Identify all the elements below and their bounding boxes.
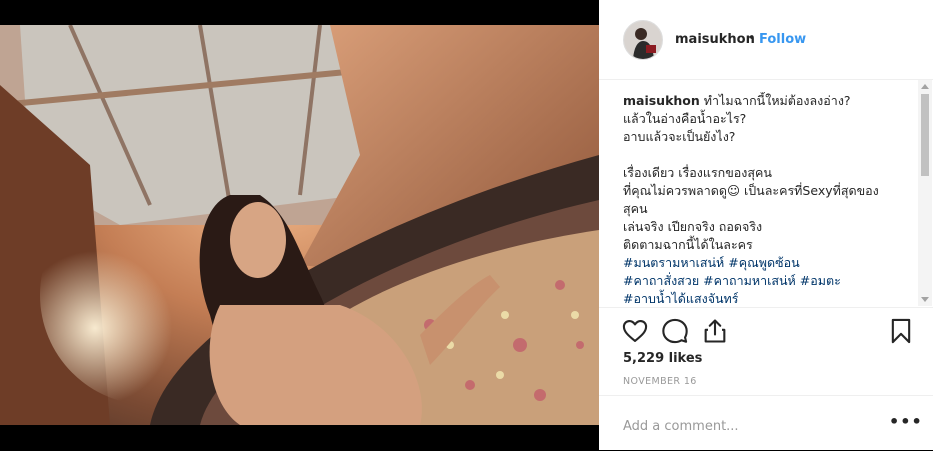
follow-button[interactable]: Follow xyxy=(759,32,806,47)
hashtag-line-2: #อาบน้ำได้แสงจันทร์ xyxy=(623,290,913,304)
post-date[interactable]: NOVEMBER 16 xyxy=(623,376,697,387)
separator-dot: • xyxy=(748,31,756,46)
hashtag-link[interactable]: #อาบน้ำได้แสงจันทร์ xyxy=(623,291,739,304)
caption-line-2: อาบแล้วจะเป็นยังไง? xyxy=(623,129,736,144)
caption-line-8: ติดตามฉากนี้ได้ในละคร xyxy=(623,237,753,252)
hashtag-link[interactable]: #อมตะ xyxy=(800,273,841,288)
hashtag-line-0: #มนตรามหาเสน่ห์ #คุณพูดซ้อน xyxy=(623,254,913,272)
comment-input[interactable] xyxy=(623,416,873,436)
bookmark-icon[interactable] xyxy=(887,317,915,345)
comment-box: ••• xyxy=(599,395,933,451)
caption-text: ทำไมฉากนี้ใหม่ต้องลงอ่าง? xyxy=(703,93,851,108)
heart-icon[interactable] xyxy=(621,317,649,345)
username-link[interactable]: maisukhon xyxy=(675,32,755,47)
caption-line-1: แล้วในอ่างคือน้ำอะไร? xyxy=(623,111,747,126)
post-media xyxy=(0,0,599,450)
hashtag-link[interactable]: #มนตรามหาเสน่ห์ xyxy=(623,255,724,270)
comment-icon[interactable] xyxy=(661,317,689,345)
avatar[interactable] xyxy=(623,20,663,60)
caption-line-6: สุคน xyxy=(623,201,648,216)
hashtag-link[interactable]: #คาถาสั่งสวย xyxy=(623,273,699,288)
post-side-panel: maisukhon • Follow maisukhon ทำไมฉากนี้ใ… xyxy=(599,0,933,450)
more-options-icon[interactable]: ••• xyxy=(889,412,923,431)
avatar-image xyxy=(624,21,662,59)
likes-count[interactable]: 5,229 likes xyxy=(623,351,702,366)
post-caption: maisukhon ทำไมฉากนี้ใหม่ต้องลงอ่าง? แล้ว… xyxy=(623,92,913,304)
caption-line-7: เล่นจริง เปียกจริง ถอดจริง xyxy=(623,219,763,234)
hashtag-line-1: #คาถาสั่งสวย #คาถามหาเสน่ห์ #อมตะ xyxy=(623,272,913,290)
caption-username-link[interactable]: maisukhon xyxy=(623,93,700,108)
post-photo[interactable] xyxy=(0,25,599,425)
scroll-up-arrow-icon[interactable] xyxy=(921,84,929,89)
bathtub-photo-image xyxy=(0,25,599,425)
caption-scrollbar[interactable] xyxy=(918,80,932,306)
caption-line-5: ที่คุณไม่ควรพลาดดู☺ เป็นละครที่Sexyที่สุ… xyxy=(623,183,879,198)
scroll-down-arrow-icon[interactable] xyxy=(921,297,929,302)
share-icon[interactable] xyxy=(701,317,729,345)
post-header: maisukhon • Follow xyxy=(599,0,933,80)
hashtag-link[interactable]: #คาถามหาเสน่ห์ xyxy=(703,273,796,288)
post-actions-bar xyxy=(599,307,933,354)
caption-line-4: เรื่องเดียว เรื่องแรกของสุคน xyxy=(623,165,772,180)
caption-line-0: maisukhon ทำไมฉากนี้ใหม่ต้องลงอ่าง? xyxy=(623,92,913,110)
hashtag-link[interactable]: #คุณพูดซ้อน xyxy=(728,255,799,270)
scrollbar-thumb[interactable] xyxy=(921,94,929,176)
